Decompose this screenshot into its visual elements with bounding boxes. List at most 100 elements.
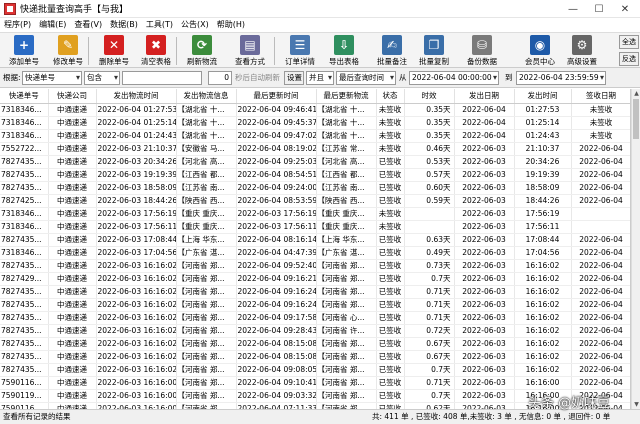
vertical-scrollbar[interactable]: ▲ ▼	[631, 89, 640, 409]
column-header[interactable]: 状态	[376, 89, 405, 104]
table-row[interactable]: 7318346... 中通速递 2022-06-04 01:27:53 【湖北省 十.…	[0, 103, 630, 117]
table-row[interactable]: 7552722... 中通速递 2022-06-03 21:10:37 【安徽省 马.…	[0, 142, 630, 156]
table-cell: 0.7天	[404, 272, 455, 286]
table-row[interactable]: 7827435... 中通速递 2022-06-03 16:16:02 【河南省 郑.…	[0, 324, 630, 338]
toolbar-button-8[interactable]: ✍ 批量备注	[372, 34, 412, 68]
table-row[interactable]: 7827425... 中通速递 2022-06-03 18:44:26 【陕西省 西.…	[0, 194, 630, 208]
close-button[interactable]: ✕	[612, 0, 638, 18]
toolbar-button-10[interactable]: ⛁ 备份数据	[462, 34, 502, 68]
table-cell: 【河南省 郑...	[316, 389, 377, 403]
column-header[interactable]: 签收日期	[571, 89, 630, 104]
settings-button[interactable]: 设置	[284, 71, 304, 85]
table-row[interactable]: 7827435... 中通速递 2022-06-03 16:16:02 【河南省 郑.…	[0, 285, 630, 299]
table-row[interactable]: 7827435... 中通速递 2022-06-03 16:16:02 【河南省 郑.…	[0, 337, 630, 351]
table-cell: 【重庆 重庆...	[176, 207, 237, 221]
toolbar-button-6[interactable]: ☰ 订单详情	[280, 34, 320, 68]
column-header[interactable]: 最后更新时间	[236, 89, 317, 104]
table-cell: 7318346...	[0, 116, 49, 130]
menu-item-5[interactable]: 公告(X)	[177, 18, 213, 32]
menu-item-0[interactable]: 程序(P)	[0, 18, 35, 32]
table-row[interactable]: 7827435... 中通速递 2022-06-03 20:34:26 【河北省 高.…	[0, 155, 630, 169]
filter-field-select[interactable]: 快递单号	[22, 71, 82, 85]
table-cell: 2022-06-03 16:16:02	[96, 311, 177, 325]
time-field-select[interactable]: 最后查询时间	[336, 71, 396, 85]
minimize-button[interactable]: —	[560, 0, 586, 18]
toolbar-button-1[interactable]: ✎ 修改单号	[48, 34, 88, 68]
toolbar-button-3[interactable]: ✖ 清空表格	[136, 34, 176, 68]
table-cell: 中通速递	[48, 350, 97, 364]
toolbar-button-2[interactable]: ✕ 删除单号	[94, 34, 134, 68]
toolbar-button-11[interactable]: ◉ 会员中心	[520, 34, 560, 68]
table-cell: 已签收	[376, 402, 405, 409]
table-row[interactable]: 7827435... 中通速递 2022-06-03 17:08:44 【上海 华东.…	[0, 233, 630, 247]
table-cell: 7318346...	[0, 129, 49, 143]
toolbar-button-4[interactable]: ⟳ 刷新物流	[182, 34, 222, 68]
table-row[interactable]: 7318346... 中通速递 2022-06-04 01:25:14 【湖北省 十.…	[0, 116, 630, 130]
menu-item-2[interactable]: 查看(V)	[70, 18, 106, 32]
table-cell: 中通速递	[48, 363, 97, 377]
table-cell: 2022-06-04	[571, 194, 630, 208]
table-cell: 17:56:11	[514, 220, 572, 234]
menu-item-1[interactable]: 编辑(E)	[35, 18, 70, 32]
table-cell: 【江西省 都...	[316, 168, 377, 182]
table-cell: 已签收	[376, 350, 405, 364]
menu-item-6[interactable]: 帮助(H)	[213, 18, 249, 32]
table-cell: 17:08:44	[514, 233, 572, 247]
table-row[interactable]: 7827435... 中通速递 2022-06-03 16:16:02 【河南省 郑.…	[0, 350, 630, 364]
table-cell: 0.35天	[404, 116, 455, 130]
column-header[interactable]: 快递公司	[48, 89, 97, 104]
table-row[interactable]: 7827435... 中通速递 2022-06-03 16:16:02 【河南省 郑.…	[0, 363, 630, 377]
refresh-interval-input[interactable]: 0	[208, 71, 232, 85]
table-row[interactable]: 7318346... 中通速递 2022-06-03 17:56:11 【重庆 重庆.…	[0, 220, 630, 234]
to-datetime-picker[interactable]: 2022-06-04 23:59:59	[516, 71, 606, 85]
column-header[interactable]: 快递单号	[0, 89, 49, 104]
table-cell: 未签收	[376, 129, 405, 143]
column-header[interactable]: 时效	[404, 89, 455, 104]
column-header[interactable]: 发出物流信息	[176, 89, 237, 104]
table-cell: 7827435...	[0, 363, 49, 377]
menu-item-3[interactable]: 数据(B)	[106, 18, 142, 32]
table-row[interactable]: 7827435... 中通速递 2022-06-03 16:16:02 【河南省 郑.…	[0, 298, 630, 312]
toolbar-button-7[interactable]: ⇩ 导出表格	[324, 34, 364, 68]
table-cell: 0.53天	[404, 155, 455, 169]
table-cell: 2022-06-04	[454, 103, 515, 117]
table-row[interactable]: 7318346... 中通速递 2022-06-03 17:56:19 【重庆 重庆.…	[0, 207, 630, 221]
table-cell: 2022-06-04	[571, 272, 630, 286]
invert-selection-button[interactable]: 反选	[619, 52, 639, 66]
toolbar-button-9[interactable]: ❐ 批量复制	[414, 34, 454, 68]
column-header[interactable]: 最后更新物流	[316, 89, 377, 104]
toolbar-button-12[interactable]: ⚙ 高级设置	[562, 34, 602, 68]
maximize-button[interactable]: ☐	[586, 0, 612, 18]
table-cell: 2022-06-04 04:47:39	[236, 246, 317, 260]
table-row[interactable]: 7827429... 中通速递 2022-06-03 16:16:02 【河南省 郑.…	[0, 272, 630, 286]
table-row[interactable]: 7827435... 中通速递 2022-06-03 16:16:02 【河南省 郑.…	[0, 259, 630, 273]
table-row[interactable]: 7318346... 中通速递 2022-06-04 01:24:43 【湖北省 十.…	[0, 129, 630, 143]
table-row[interactable]: 7318346... 中通速递 2022-06-03 17:04:56 【广东省 湛.…	[0, 246, 630, 260]
column-header[interactable]: 发出时间	[514, 89, 572, 104]
table-cell: 中通速递	[48, 168, 97, 182]
table-row[interactable]: 7590116... 中通速递 2022-06-03 16:16:00 【河南省 郑.…	[0, 376, 630, 390]
table-cell: 【河南省 郑...	[316, 350, 377, 364]
scroll-thumb[interactable]	[633, 99, 639, 139]
from-datetime-picker[interactable]: 2022-06-04 00:00:00	[409, 71, 499, 85]
table-row[interactable]: 7827435... 中通速递 2022-06-03 16:16:02 【河南省 郑.…	[0, 311, 630, 325]
table-cell: 2022-06-04	[571, 298, 630, 312]
table-cell: 7318346...	[0, 207, 49, 221]
scroll-up-icon[interactable]: ▲	[632, 89, 640, 98]
table-cell: 【河南省 郑...	[176, 337, 237, 351]
table-row[interactable]: 7827435... 中通速递 2022-06-03 18:58:09 【江苏省 南.…	[0, 181, 630, 195]
table-cell: 2022-06-04 09:25:03	[236, 155, 317, 169]
scroll-down-icon[interactable]: ▼	[632, 400, 640, 409]
filter-mode-select[interactable]: 包含	[84, 71, 120, 85]
toolbar-button-5[interactable]: ▤ 查看方式	[230, 34, 270, 68]
column-header[interactable]: 发出日期	[454, 89, 515, 104]
toolbar-button-0[interactable]: + 添加单号	[4, 34, 44, 68]
table-cell: 【湖北省 十...	[176, 129, 237, 143]
column-header[interactable]: 发出物流时间	[96, 89, 177, 104]
logic-select[interactable]: 并且	[306, 71, 334, 85]
table-cell: 已签收	[376, 259, 405, 273]
select-all-button[interactable]: 全选	[619, 35, 639, 49]
menu-item-4[interactable]: 工具(T)	[142, 18, 177, 32]
table-row[interactable]: 7827435... 中通速递 2022-06-03 19:19:39 【江西省 都.…	[0, 168, 630, 182]
filter-keyword-input[interactable]	[122, 71, 202, 85]
